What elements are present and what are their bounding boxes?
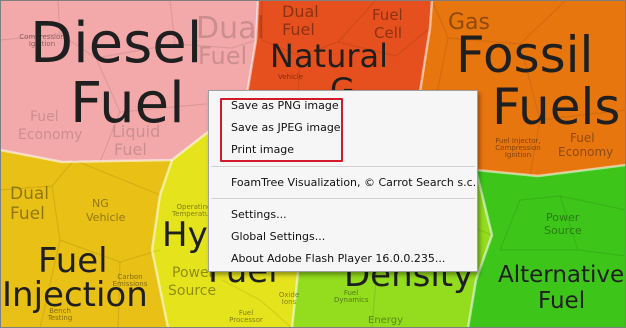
menu-separator-2 xyxy=(211,198,475,199)
menu-item-print-image[interactable]: Print image xyxy=(231,141,294,159)
menu-item-save-png[interactable]: Save as PNG image xyxy=(231,97,339,115)
foamtree-visualization[interactable]: Dual Fuel Compression Ignition Fuel Econo… xyxy=(0,0,626,328)
menu-item-save-jpeg[interactable]: Save as JPEG image xyxy=(231,119,341,137)
power-source-label-b: Power xyxy=(546,211,580,224)
menu-item-settings[interactable]: Settings... xyxy=(231,206,287,224)
dual-fuel-label-b-2: Fuel xyxy=(282,20,315,39)
energy-label: Energy xyxy=(368,315,404,326)
context-menu[interactable]: Save as PNG image Save as JPEG image Pri… xyxy=(208,90,478,272)
natural-gas-title: Natural xyxy=(270,37,389,75)
fuel-injection-title-2: Injection xyxy=(2,275,148,315)
power-source-label-b-2: Source xyxy=(544,224,582,237)
dual-fuel-label-c: Dual xyxy=(10,184,50,204)
oxide-ions-label: Oxide Ions xyxy=(278,291,300,306)
liquid-fuel-label-2: Fuel xyxy=(114,140,147,159)
dual-fuel-label: Dual xyxy=(196,11,265,46)
fossil-fuels-title: Fossil xyxy=(456,26,594,84)
dual-fuel-label-2: Fuel xyxy=(198,42,248,70)
fuel-economy-label: Fuel xyxy=(30,109,59,125)
menu-item-global-settings[interactable]: Global Settings... xyxy=(231,228,325,246)
alternative-fuel-title: Alternative xyxy=(498,262,625,288)
fossil-fuels-title-2: Fuels xyxy=(492,78,621,136)
dual-fuel-label-c-2: Fuel xyxy=(10,204,45,224)
dual-fuel-label-b: Dual xyxy=(282,2,319,21)
fuel-processor-label: Fuel Processor xyxy=(229,309,263,324)
fuel-economy-label-b-2: Economy xyxy=(558,145,614,159)
menu-item-about-flash[interactable]: About Adobe Flash Player 16.0.0.235... xyxy=(231,250,445,268)
fuel-injector-label: Fuel Injector, Compression Ignition xyxy=(495,137,541,159)
alternative-fuel-title-2: Fuel xyxy=(538,288,586,314)
diesel-fuel-title: Diesel xyxy=(30,11,203,76)
ng-vehicle-label: NG xyxy=(92,197,109,210)
vehicle-label: Vehicle xyxy=(278,73,304,81)
menu-item-foamtree-about[interactable]: FoamTree Visualization, © Carrot Search … xyxy=(231,174,476,192)
fuel-cell-label: Fuel xyxy=(372,6,403,24)
fuel-injection-title: Fuel xyxy=(38,241,108,281)
diesel-fuel-title-2: Fuel xyxy=(70,71,185,136)
hydrogen-fuel-title: Hy xyxy=(162,215,208,255)
ng-vehicle-label-2: Vehicle xyxy=(86,211,126,224)
menu-separator xyxy=(211,166,475,167)
